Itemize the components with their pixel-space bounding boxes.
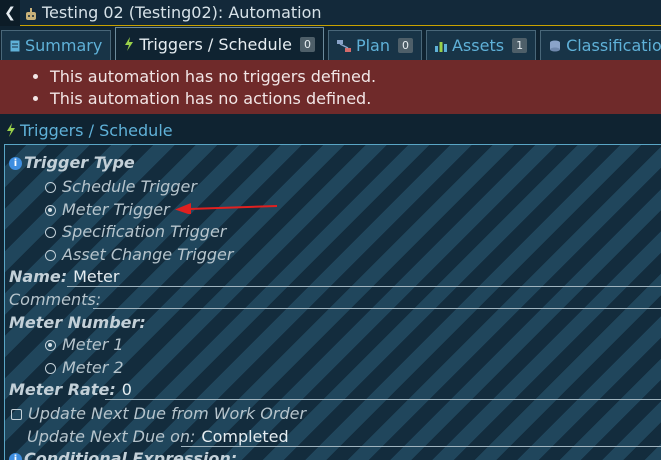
radio-button[interactable]: [45, 182, 56, 193]
count-badge: 1: [512, 38, 528, 53]
name-field-underline: [67, 286, 661, 287]
conditional-expression-row: i Conditional Expression:: [9, 449, 237, 460]
radio-button[interactable]: [45, 227, 56, 238]
name-row: Name: Meter: [9, 267, 119, 286]
trigger-type-label: Trigger Type: [24, 153, 135, 172]
count-badge: 0: [299, 36, 315, 52]
trigger-type-row: i Trigger Type: [9, 153, 135, 172]
tab-summary[interactable]: Summary: [1, 30, 112, 60]
database-icon: [549, 40, 561, 52]
radio-label: Meter 1: [62, 335, 124, 354]
flow-icon: [336, 39, 351, 52]
tab-label: Summary: [25, 36, 103, 55]
radio-schedule-trigger[interactable]: Schedule Trigger: [45, 177, 197, 196]
radio-specification-trigger[interactable]: Specification Trigger: [45, 222, 226, 241]
meter-rate-field-underline: [105, 399, 661, 400]
back-button[interactable]: ❮: [0, 0, 20, 26]
update-next-due-row[interactable]: Update Next Due from Work Order: [11, 404, 306, 423]
comments-field-underline: [93, 308, 661, 309]
comments-row: Comments:: [9, 290, 107, 309]
window-title: Testing 02 (Testing02): Automation: [42, 3, 322, 22]
radio-label: Specification Trigger: [62, 222, 227, 241]
chevron-left-icon: ❮: [4, 4, 16, 21]
update-next-due-checkbox[interactable]: [11, 409, 22, 420]
bolt-icon: [6, 123, 16, 137]
tab-label: Triggers / Schedule: [139, 34, 292, 54]
radio-meter-2[interactable]: Meter 2: [45, 358, 124, 377]
comments-label: Comments:: [9, 290, 102, 309]
update-next-due-on-label: Update Next Due on:: [27, 427, 196, 446]
tab-label: Classification: [566, 36, 661, 55]
radio-button-selected[interactable]: [45, 205, 56, 216]
meter-rate-label: Meter Rate:: [9, 380, 116, 399]
robot-icon: [24, 6, 38, 20]
tab-triggers-schedule[interactable]: Triggers / Schedule 0: [115, 27, 324, 60]
radio-meter-trigger[interactable]: Meter Trigger: [45, 200, 170, 219]
triggers-form-panel: i Trigger Type Schedule Trigger Meter Tri…: [4, 144, 661, 460]
meter-rate-field[interactable]: 0: [122, 380, 132, 399]
radio-label: Meter Trigger: [62, 200, 170, 219]
meter-number-row: Meter Number:: [9, 313, 146, 332]
error-message: This automation has no triggers defined.: [50, 66, 661, 88]
update-next-due-label: Update Next Due from Work Order: [28, 404, 307, 423]
meter-rate-row: Meter Rate: 0: [9, 380, 132, 399]
section-title: Triggers / Schedule: [20, 120, 173, 140]
error-message: This automation has no actions defined.: [50, 88, 661, 110]
radio-button[interactable]: [45, 363, 56, 374]
radio-label: Schedule Trigger: [62, 177, 197, 196]
update-next-due-on-underline: [181, 446, 661, 447]
meter-number-label: Meter Number:: [9, 313, 146, 332]
radio-asset-change-trigger[interactable]: Asset Change Trigger: [45, 245, 233, 264]
bar-chart-icon: [434, 40, 447, 52]
tab-bar: Summary Triggers / Schedule 0 Plan 0 Ass…: [0, 27, 661, 60]
radio-label: Asset Change Trigger: [62, 245, 234, 264]
radio-button-selected[interactable]: [45, 340, 56, 351]
tab-classification[interactable]: Classification: [540, 30, 661, 60]
section-header: Triggers / Schedule: [0, 118, 661, 142]
count-badge: 0: [397, 38, 413, 53]
tab-label: Assets: [451, 36, 505, 55]
bolt-icon: [124, 37, 134, 51]
conditional-expression-label: Conditional Expression:: [24, 449, 238, 460]
radio-button[interactable]: [45, 250, 56, 261]
tab-assets[interactable]: Assets 1: [425, 30, 537, 60]
name-field[interactable]: Meter: [73, 267, 119, 286]
name-label: Name:: [9, 267, 68, 286]
tab-plan[interactable]: Plan 0: [327, 30, 422, 60]
tab-label: Plan: [355, 36, 390, 55]
red-arrow-annotation: [175, 203, 278, 214]
info-icon[interactable]: i: [9, 453, 22, 460]
update-next-due-on-select[interactable]: Completed: [201, 427, 288, 446]
document-icon: [10, 40, 20, 52]
error-banner: This automation has no triggers defined.…: [0, 60, 661, 114]
title-bar: ❮ Testing 02 (Testing02): Automation: [0, 0, 661, 26]
radio-meter-1[interactable]: Meter 1: [45, 335, 124, 354]
update-next-due-on-row: Update Next Due on: Completed: [27, 427, 289, 446]
radio-label: Meter 2: [62, 358, 124, 377]
info-icon[interactable]: i: [9, 157, 22, 170]
